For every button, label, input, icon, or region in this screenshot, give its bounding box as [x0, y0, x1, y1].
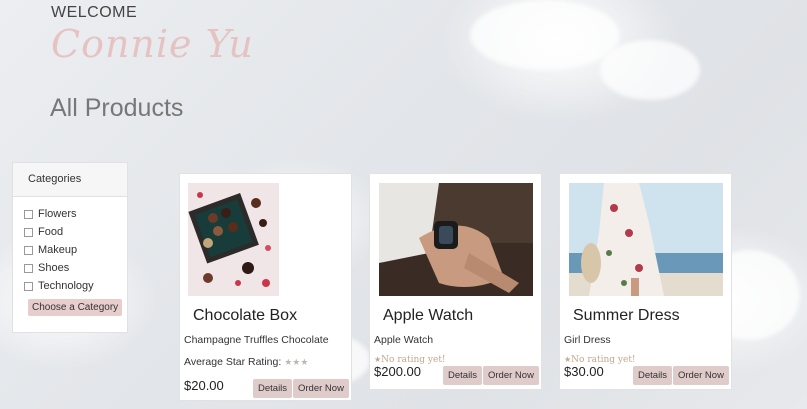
category-list: Flowers Food Makeup Shoes Technology: [13, 197, 127, 295]
category-label: Shoes: [38, 262, 70, 274]
category-item-makeup[interactable]: Makeup: [24, 241, 127, 259]
star-icon: ★★★: [284, 357, 309, 367]
category-item-technology[interactable]: Technology: [24, 277, 127, 295]
checkbox[interactable]: [24, 209, 33, 219]
product-image-apple-watch[interactable]: [379, 183, 533, 296]
order-now-button[interactable]: Order Now: [483, 366, 539, 385]
background-flower: [600, 40, 700, 100]
choose-category-button[interactable]: Choose a Category: [28, 299, 123, 316]
checkbox[interactable]: [24, 263, 33, 273]
category-item-shoes[interactable]: Shoes: [24, 259, 127, 277]
average-rating: Average Star Rating: ★★★: [184, 356, 308, 368]
page-title: All Products: [50, 94, 184, 122]
product-price: $20.00: [184, 378, 224, 393]
product-description: Champagne Truffles Chocolate: [184, 334, 329, 346]
product-description: Apple Watch: [374, 334, 434, 346]
category-label: Technology: [38, 280, 94, 292]
product-name[interactable]: Summer Dress: [573, 307, 680, 325]
details-button[interactable]: Details: [253, 379, 293, 398]
product-price: $200.00: [374, 364, 421, 379]
product-card-apple-watch: Apple Watch Apple Watch ★No rating yet! …: [369, 173, 542, 390]
welcome-text: WELCOME: [51, 4, 138, 21]
user-name: Connie Yu: [51, 22, 254, 66]
checkbox[interactable]: [24, 281, 33, 291]
product-price: $30.00: [564, 364, 604, 379]
product-card-chocolate-box: Chocolate Box Champagne Truffles Chocola…: [179, 173, 352, 401]
categories-title: Categories: [13, 163, 127, 197]
checkbox[interactable]: [24, 227, 33, 237]
category-item-food[interactable]: Food: [24, 223, 127, 241]
order-now-button[interactable]: Order Now: [293, 379, 349, 398]
checkbox[interactable]: [24, 245, 33, 255]
product-name[interactable]: Apple Watch: [383, 307, 473, 325]
product-name[interactable]: Chocolate Box: [193, 307, 297, 325]
category-label: Flowers: [38, 208, 77, 220]
product-card-summer-dress: Summer Dress Girl Dress ★No rating yet! …: [559, 173, 732, 390]
details-button[interactable]: Details: [633, 366, 673, 385]
order-now-button[interactable]: Order Now: [673, 366, 729, 385]
rating-label: Average Star Rating:: [184, 356, 282, 368]
background-flower: [470, 0, 620, 70]
category-item-flowers[interactable]: Flowers: [24, 205, 127, 223]
categories-panel: Categories Flowers Food Makeup Shoes Tec…: [12, 162, 128, 333]
category-label: Food: [38, 226, 64, 238]
page-header: WELCOME Connie Yu: [51, 4, 254, 66]
details-button[interactable]: Details: [443, 366, 483, 385]
product-image-summer-dress[interactable]: [569, 183, 723, 296]
product-description: Girl Dress: [564, 334, 611, 346]
product-image-chocolate-box[interactable]: [188, 183, 279, 296]
category-label: Makeup: [38, 244, 78, 256]
